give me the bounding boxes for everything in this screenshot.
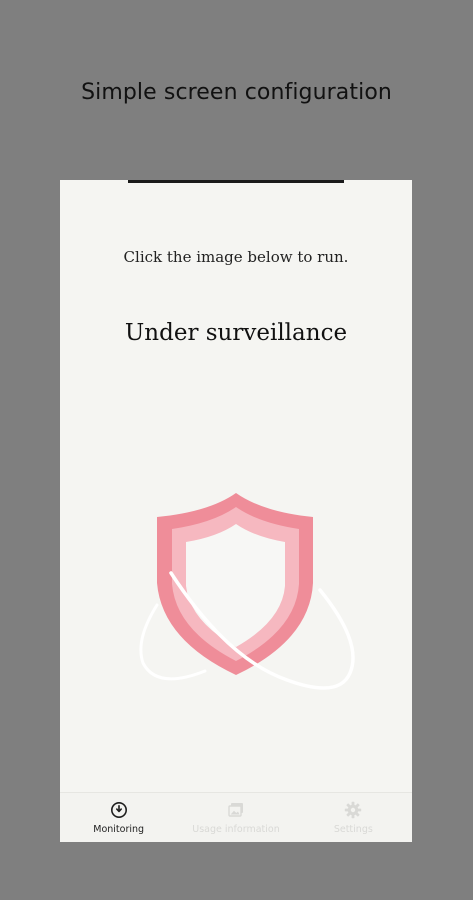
run-instruction: Click the image below to run. bbox=[123, 248, 349, 266]
nav-item-usage-information[interactable]: Usage information bbox=[177, 793, 294, 842]
nav-label-monitoring: Monitoring bbox=[93, 824, 145, 835]
surveillance-status: Under surveillance bbox=[124, 320, 348, 346]
gear-icon bbox=[345, 801, 362, 819]
phone-screen: Click the image below to run. Under surv… bbox=[60, 180, 412, 842]
run-shield-button[interactable] bbox=[135, 485, 360, 700]
nav-label-settings: Settings bbox=[333, 824, 373, 835]
status-bar-line bbox=[128, 180, 344, 183]
gallery-icon bbox=[228, 803, 243, 817]
nav-item-settings[interactable]: Settings bbox=[295, 793, 412, 842]
nav-label-usage-information: Usage information bbox=[192, 824, 280, 835]
promo-page: Simple screen configuration Click the im… bbox=[0, 0, 473, 900]
promo-headline: Simple screen configuration bbox=[81, 80, 392, 105]
shield-icon bbox=[139, 493, 355, 690]
nav-item-monitoring[interactable]: Monitoring bbox=[60, 793, 177, 842]
bottom-navigation: Monitoring Usage information Settings bbox=[60, 792, 412, 842]
monitoring-icon bbox=[110, 802, 127, 818]
